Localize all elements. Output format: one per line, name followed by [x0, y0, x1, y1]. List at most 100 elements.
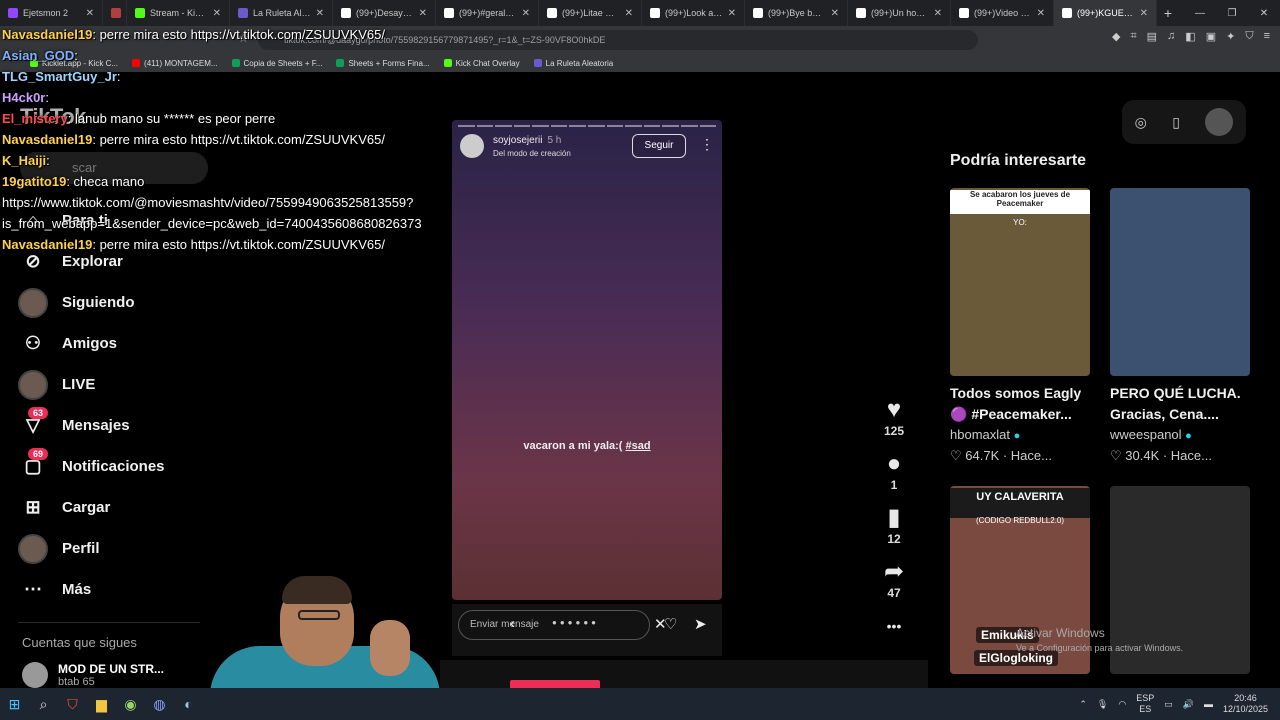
browser-tab[interactable]: La Ruleta Aleatoria ✕ — [230, 0, 333, 26]
language-indicator[interactable]: ESP ES — [1136, 693, 1154, 715]
browser-tab[interactable]: (99+)Look at that sp ✕ — [642, 0, 745, 26]
sidebar-icon[interactable]: ▤ — [1147, 30, 1157, 43]
nav-icon: ⊞ — [25, 497, 41, 517]
browser-tab[interactable]: Ejetsmon 2 ✕ — [0, 0, 103, 26]
browser-tab[interactable]: (99+)#geraldorope ✕ — [436, 0, 539, 26]
sidebar-item-siguiendo[interactable]: Siguiendo — [18, 282, 218, 323]
avatar — [18, 287, 48, 318]
hashtag-link[interactable]: #sad — [626, 440, 651, 452]
sidebar-item-notificaciones[interactable]: ▢ 69 Notificaciones — [18, 446, 218, 487]
close-tab-icon[interactable]: ✕ — [728, 8, 736, 19]
discord-icon[interactable]: ◍ — [145, 688, 174, 720]
story-username[interactable]: soyjosejerii 5 h — [493, 135, 561, 146]
more-button[interactable]: ••• — [874, 612, 914, 666]
sidebar-item-cargar[interactable]: ⊞ Cargar — [18, 487, 218, 528]
close-tab-icon[interactable]: ✕ — [831, 8, 839, 19]
coins-icon[interactable]: ◎ — [1135, 114, 1147, 131]
steam-icon[interactable]: ◐ — [174, 688, 203, 720]
menu-icon[interactable]: ≡ — [1264, 30, 1270, 43]
device-icon[interactable]: ▯ — [1172, 114, 1180, 131]
story-viewer[interactable]: soyjosejerii 5 h Del modo de creación Seg… — [452, 120, 722, 600]
sidebar-item-amigos[interactable]: ⚇ Amigos — [18, 323, 218, 364]
leo-icon[interactable]: ✦ — [1226, 30, 1235, 43]
restore-icon[interactable]: ❐ — [1216, 8, 1248, 19]
more-options-icon[interactable]: ⋮ — [700, 136, 714, 153]
xbox-icon[interactable]: ◉ — [116, 688, 145, 720]
comment-button[interactable]: ● 1 — [874, 450, 914, 504]
browser-tab[interactable]: (99+)Video de Mig ✕ — [951, 0, 1054, 26]
verified-icon: ● — [1185, 430, 1192, 442]
avatar[interactable] — [1205, 108, 1234, 136]
video-thumbnail[interactable]: Se acabaron los jueves de Peacemaker YO: — [950, 188, 1090, 376]
new-tab-icon[interactable]: + — [1157, 5, 1179, 21]
search-icon[interactable]: ⌕ — [29, 688, 58, 720]
close-tab-icon[interactable]: ✕ — [934, 8, 942, 19]
tab-favicon-icon — [1062, 8, 1072, 18]
chevron-left-icon[interactable]: ‹ — [510, 615, 515, 632]
nav-icon: ⚇ — [24, 333, 42, 353]
tab-favicon-icon — [650, 8, 660, 18]
share-button[interactable]: ➦ 47 — [874, 558, 914, 612]
following-item[interactable]: MOD DE UN STR... btab 65 — [22, 662, 164, 688]
send-icon[interactable]: ➤ — [694, 615, 707, 633]
sidebar-item-live[interactable]: LIVE — [18, 364, 218, 405]
volume-icon[interactable]: 🔊 — [1183, 699, 1194, 710]
tab-favicon-icon — [111, 8, 121, 18]
folder-icon[interactable]: ▆ — [87, 688, 116, 720]
browser-tab[interactable]: ✕ — [103, 0, 127, 26]
recommended-video-card[interactable]: PERO QUÉ LUCHA. Gracias, Cena.... wweesp… — [1110, 188, 1250, 466]
card-author[interactable]: hbomaxlat ● — [950, 425, 1090, 446]
activate-subtitle: Ve a Configuración para activar Windows. — [1016, 643, 1184, 653]
browser-tab[interactable]: (99+)Desayunando ✕ — [333, 0, 436, 26]
card-author[interactable]: wweespanol ● — [1110, 425, 1250, 446]
story-segment — [550, 125, 568, 127]
close-tab-icon[interactable]: ✕ — [86, 8, 94, 19]
browser-tab[interactable]: (99+)KGUE RIC ✕ — [1054, 0, 1157, 26]
avatar[interactable] — [460, 134, 484, 158]
music-icon[interactable]: ♫ — [1167, 30, 1175, 43]
save-button[interactable]: ▮ 12 — [874, 504, 914, 558]
sidebar-item-más[interactable]: ⋯ Más — [18, 569, 218, 610]
battery-icon[interactable]: ▬ — [1204, 699, 1213, 709]
bookmark-label: La Ruleta Aleatoria — [545, 58, 614, 68]
following-title: Cuentas que sigues — [22, 635, 137, 650]
card-title-line2: Gracias, Cena.... — [1110, 406, 1219, 422]
screenshot-icon[interactable]: ⌗ — [1130, 30, 1136, 43]
wallet-icon[interactable]: ▣ — [1206, 30, 1216, 43]
minimize-icon[interactable]: — — [1184, 8, 1216, 19]
browser-tab[interactable]: Stream - Kick Dashb ✕ — [127, 0, 230, 26]
chevron-up-icon[interactable]: ⌃ — [1079, 699, 1087, 710]
wifi-icon[interactable]: ◠ — [1118, 699, 1126, 710]
sidebar-item-label: Explorar — [62, 253, 123, 270]
close-tab-icon[interactable]: ✕ — [213, 8, 221, 19]
close-tab-icon[interactable]: ✕ — [1037, 8, 1045, 19]
close-window-icon[interactable]: ✕ — [1248, 8, 1280, 19]
story-progress — [458, 125, 717, 127]
extension-icon[interactable]: ◆ — [1112, 30, 1120, 43]
recommended-video-card[interactable]: Se acabaron los jueves de Peacemaker YO: T… — [950, 188, 1090, 466]
close-tab-icon[interactable]: ✕ — [625, 8, 633, 19]
extension-icons: ◆ ⌗ ▤ ♫ ◧ ▣ ✦ ⛉ ≡ — [1112, 30, 1270, 43]
close-tab-icon[interactable]: ✕ — [1140, 8, 1148, 19]
microphone-icon[interactable]: 🎙 — [1097, 699, 1108, 710]
browser-tab[interactable]: (99+)Un hombre de ✕ — [848, 0, 951, 26]
bookmark-item[interactable]: Kick Chat Overlay — [443, 59, 520, 68]
sidebar-item-perfil[interactable]: Perfil — [18, 528, 218, 569]
browser-tab[interactable]: (99+)Bye bye monk ✕ — [745, 0, 848, 26]
brave-icon[interactable]: ⛉ — [58, 688, 87, 720]
heart-icon[interactable]: ♡ — [664, 615, 677, 633]
shield-icon[interactable]: ⛉ — [1245, 30, 1253, 43]
like-button[interactable]: ♥ 125 — [874, 396, 914, 450]
windows-start-icon[interactable]: ⊞ — [0, 688, 29, 720]
follow-button[interactable]: Seguir — [632, 134, 686, 158]
panel-icon[interactable]: ◧ — [1185, 30, 1195, 43]
clock[interactable]: 20:46 12/10/2025 — [1223, 693, 1268, 715]
close-tab-icon[interactable]: ✕ — [522, 8, 530, 19]
browser-tab[interactable]: (99+)Litae Vlog: Cel ✕ — [539, 0, 642, 26]
sidebar-item-mensajes[interactable]: ▽ 63 Mensajes — [18, 405, 218, 446]
network-icon[interactable]: ▭ — [1164, 699, 1173, 710]
bookmark-item[interactable]: La Ruleta Aleatoria — [533, 58, 614, 68]
video-thumbnail[interactable] — [1110, 188, 1250, 376]
close-tab-icon[interactable]: ✕ — [419, 8, 427, 19]
close-tab-icon[interactable]: ✕ — [316, 8, 324, 19]
